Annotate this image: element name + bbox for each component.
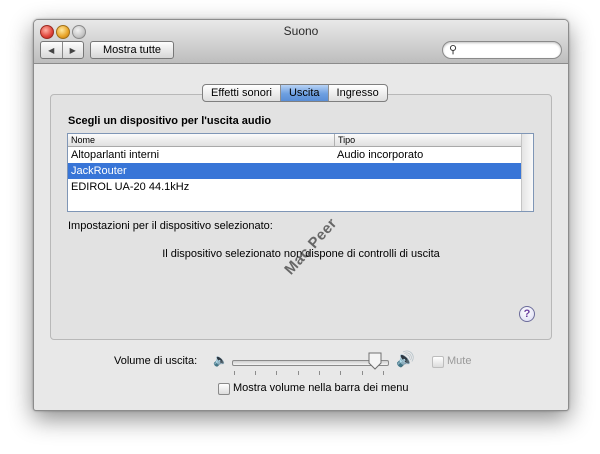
- device-name: EDIROL UA-20 44.1kHz: [71, 181, 190, 193]
- tab-output[interactable]: Uscita: [279, 85, 328, 101]
- volume-slider-ticks: [234, 371, 384, 377]
- search-field[interactable]: ⚲: [442, 41, 562, 59]
- search-input[interactable]: [461, 43, 555, 56]
- mute-checkbox[interactable]: [432, 356, 444, 368]
- slider-tick: [340, 371, 341, 375]
- help-button[interactable]: ?: [519, 306, 535, 322]
- output-volume-label: Volume di uscita:: [114, 355, 198, 367]
- column-header-name[interactable]: Nome: [71, 134, 95, 146]
- device-name: Altoparlanti interni: [71, 149, 160, 161]
- list-scrollbar[interactable]: [521, 134, 533, 211]
- title-bar: Suono ◀ ▶ Mostra tutte ⚲: [34, 20, 568, 64]
- menu-bar-volume-checkbox[interactable]: [218, 383, 230, 395]
- slider-tick: [255, 371, 256, 375]
- device-row[interactable]: EDIROL UA-20 44.1kHz: [68, 179, 533, 195]
- slider-tick: [319, 371, 320, 375]
- output-device-heading: Scegli un dispositivo per l'uscita audio: [68, 115, 272, 127]
- back-arrow-icon[interactable]: ◀: [41, 42, 62, 58]
- mute-label: Mute: [447, 355, 472, 367]
- slider-tick: [362, 371, 363, 375]
- slider-tick: [276, 371, 277, 375]
- back-forward-control: ◀ ▶: [40, 41, 84, 59]
- tab-panel: [50, 94, 552, 340]
- device-row-selected[interactable]: JackRouter: [68, 163, 533, 179]
- slider-tick: [298, 371, 299, 375]
- speaker-high-icon: 🔊: [396, 351, 415, 368]
- slider-tick: [383, 371, 384, 375]
- device-type: Audio incorporato: [337, 149, 424, 161]
- sound-preferences-window: Suono ◀ ▶ Mostra tutte ⚲ Effetti sonori …: [33, 19, 569, 411]
- volume-slider-track[interactable]: [232, 360, 389, 366]
- forward-arrow-icon[interactable]: ▶: [61, 42, 84, 58]
- show-all-button[interactable]: Mostra tutte: [90, 41, 174, 59]
- device-row[interactable]: Altoparlanti interni Audio incorporato: [68, 147, 533, 163]
- magnifier-icon: ⚲: [449, 44, 458, 56]
- settings-label: Impostazioni per il dispositivo selezion…: [68, 220, 273, 232]
- output-device-list[interactable]: Nome Tipo Altoparlanti interni Audio inc…: [67, 133, 534, 212]
- slider-tick: [234, 371, 235, 375]
- device-name: JackRouter: [71, 165, 127, 177]
- column-header-type[interactable]: Tipo: [334, 134, 355, 146]
- tab-sound-effects[interactable]: Effetti sonori: [203, 85, 280, 101]
- speaker-low-icon: 🔈: [213, 353, 228, 367]
- list-header: Nome Tipo: [68, 134, 533, 147]
- tab-input[interactable]: Ingresso: [327, 85, 387, 101]
- window-title: Suono: [283, 24, 319, 38]
- menu-bar-volume-label: Mostra volume nella barra dei menu: [233, 382, 409, 394]
- tab-bar: Effetti sonori Uscita Ingresso: [202, 84, 388, 102]
